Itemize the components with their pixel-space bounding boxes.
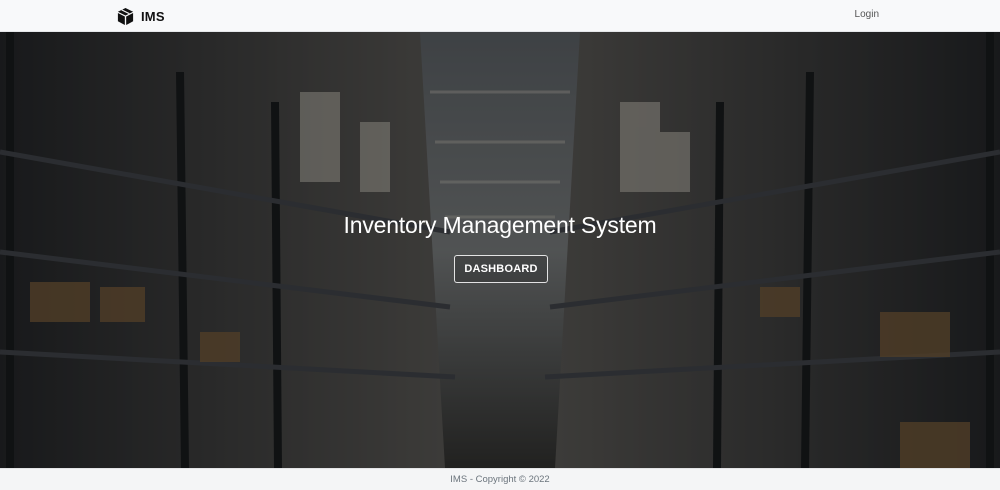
hero-section: Inventory Management System DASHBOARD: [0, 32, 1000, 468]
dashboard-button[interactable]: DASHBOARD: [454, 255, 548, 283]
brand-name: IMS: [141, 8, 165, 24]
box-icon: [116, 7, 135, 26]
login-link[interactable]: Login: [855, 9, 879, 20]
copyright-text: IMS - Copyright © 2022: [450, 474, 550, 485]
brand-link[interactable]: IMS: [116, 5, 165, 27]
hero-title: Inventory Management System: [343, 212, 657, 238]
footer: IMS - Copyright © 2022: [0, 468, 1000, 490]
hero-dark-overlay: [0, 32, 1000, 468]
top-navbar: IMS Login: [0, 0, 1000, 32]
